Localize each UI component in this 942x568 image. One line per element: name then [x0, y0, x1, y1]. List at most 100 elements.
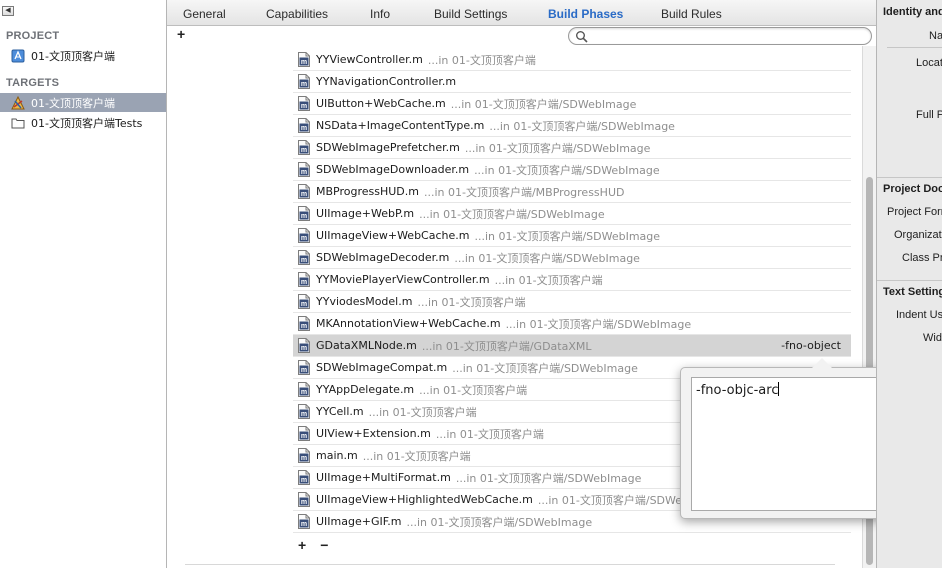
project-navigator: ◀ PROJECT 01-文顶顶客户端 TARGETS 01-文顶顶客户端 01… — [0, 0, 167, 568]
table-row[interactable]: m SDWebImageDownloader.m ...in 01-文顶顶客户端/S… — [293, 159, 851, 181]
table-row[interactable]: m UIButton+WebCache.m ...in 01-文顶顶客户端/SDWe… — [293, 93, 851, 115]
file-name: UIView+Extension.m — [316, 427, 431, 440]
table-row[interactable]: m YYMoviePlayerViewController.m ...in 01-文… — [293, 269, 851, 291]
file-name: YYMoviePlayerViewController.m — [316, 273, 490, 286]
text-settings-section-title: Text Setting — [883, 286, 942, 298]
svg-text:m: m — [301, 235, 307, 242]
widths-label: Wid — [923, 332, 942, 344]
objc-source-file-icon: m — [298, 272, 310, 287]
file-path: ...in 01-文顶顶客户端/SDWebImage — [464, 141, 651, 155]
file-name: YYNavigationController.m — [316, 75, 457, 88]
file-name: SDWebImageDecoder.m — [316, 251, 450, 264]
tab-build-rules[interactable]: Build Rules — [661, 7, 722, 21]
svg-text:m: m — [301, 81, 307, 88]
objc-source-file-icon: m — [298, 382, 310, 397]
search-input[interactable] — [591, 29, 861, 43]
file-name: GDataXMLNode.m — [316, 339, 417, 352]
target-item-app[interactable]: 01-文顶顶客户端 — [0, 93, 166, 112]
target-item-tests[interactable]: 01-文顶顶客户端Tests — [0, 113, 166, 132]
svg-text:m: m — [301, 455, 307, 462]
identity-section-title: Identity and — [883, 6, 942, 18]
table-row[interactable]: m SDWebImageDecoder.m ...in 01-文顶顶客户端/SDWe… — [293, 247, 851, 269]
file-name: YYAppDelegate.m — [316, 383, 415, 396]
svg-text:m: m — [301, 521, 307, 528]
svg-text:m: m — [301, 301, 307, 308]
file-path: ...in 01-文顶顶客户端/SDWebImage — [505, 317, 692, 331]
svg-text:m: m — [301, 147, 307, 154]
filter-bar: + — [167, 26, 876, 46]
search-field[interactable] — [568, 27, 872, 45]
objc-source-file-icon: m — [298, 404, 310, 419]
remove-file-button[interactable]: − — [320, 537, 328, 553]
file-path: ...in 01-文顶顶客户端/SDWebImage — [419, 207, 605, 221]
file-path: ...in 01-文顶顶客户端 — [427, 53, 536, 67]
file-path: ...in 01-文顶顶客户端/SDWebImage — [450, 97, 637, 111]
file-name: UIImage+WebP.m — [316, 207, 415, 220]
tab-general[interactable]: General — [183, 7, 226, 21]
objc-source-file-icon: m — [298, 316, 310, 331]
add-file-button[interactable]: + — [298, 537, 306, 553]
file-name: UIButton+WebCache.m — [316, 97, 446, 110]
objc-source-file-icon: m — [298, 228, 310, 243]
svg-text:m: m — [301, 345, 307, 352]
file-name: SDWebImageDownloader.m — [316, 163, 470, 176]
tab-build-settings[interactable]: Build Settings — [434, 7, 507, 21]
file-name: YYviodesModel.m — [316, 295, 413, 308]
objc-source-file-icon: m — [298, 96, 310, 111]
project-item[interactable]: 01-文顶顶客户端 — [0, 46, 166, 65]
objc-source-file-icon: m — [298, 514, 310, 529]
table-row[interactable]: m YYNavigationController.m — [293, 71, 851, 93]
project-document-section-title: Project Doc — [883, 183, 942, 195]
file-path: ...in 01-文顶顶客户端/SDWebImage — [452, 361, 638, 375]
test-bundle-icon — [11, 118, 25, 128]
objc-source-file-icon: m — [298, 118, 310, 133]
objc-source-file-icon: m — [298, 294, 310, 309]
project-section-header: PROJECT — [6, 30, 60, 42]
svg-text:m: m — [301, 477, 307, 484]
svg-text:m: m — [301, 279, 307, 286]
divider — [185, 564, 835, 565]
compiler-flags-cell[interactable]: -fno-object — [781, 339, 841, 352]
svg-text:m: m — [301, 389, 307, 396]
table-row[interactable]: m NSData+ImageContentType.m ...in 01-文顶顶客户… — [293, 115, 851, 137]
target-item-label: 01-文顶顶客户端 — [31, 96, 115, 110]
table-row[interactable]: m MKAnnotationView+WebCache.m ...in 01-文顶顶… — [293, 313, 851, 335]
table-row[interactable]: m YYviodesModel.m ...in 01-文顶顶客户端 — [293, 291, 851, 313]
file-name: MBProgressHUD.m — [316, 185, 419, 198]
add-build-phase-button[interactable]: + — [177, 26, 185, 42]
table-row[interactable]: m UIImageView+WebCache.m ...in 01-文顶顶客户端/S… — [293, 225, 851, 247]
divider — [877, 177, 942, 178]
file-path: ...in 01-文顶顶客户端/SDWebImage — [454, 251, 640, 265]
objc-source-file-icon: m — [298, 426, 310, 441]
file-path: ...in 01-文顶顶客户端 — [435, 427, 544, 441]
objc-source-file-icon: m — [298, 492, 310, 507]
compiler-flags-text: -fno-objc-arc — [696, 383, 779, 398]
file-name: YYCell.m — [316, 405, 364, 418]
svg-text:m: m — [301, 191, 307, 198]
svg-text:m: m — [301, 125, 307, 132]
table-row[interactable]: m SDWebImagePrefetcher.m ...in 01-文顶顶客户端/S… — [293, 137, 851, 159]
table-row[interactable]: m UIImage+WebP.m ...in 01-文顶顶客户端/SDWebImag… — [293, 203, 851, 225]
file-name: SDWebImagePrefetcher.m — [316, 141, 460, 154]
tab-info[interactable]: Info — [370, 7, 390, 21]
file-path: ...in 01-文顶顶客户端 — [494, 273, 603, 287]
targets-section-header: TARGETS — [6, 77, 60, 89]
file-name: UIImage+GIF.m — [316, 515, 402, 528]
divider — [877, 280, 942, 281]
svg-text:m: m — [301, 103, 307, 110]
file-path: ...in 01-文顶顶客户端/SDWeb — [537, 493, 690, 507]
file-path: ...in 01-文顶顶客户端/GDataXML — [421, 339, 592, 353]
table-row[interactable]: m YYViewController.m ...in 01-文顶顶客户端 — [293, 49, 851, 71]
objc-source-file-icon: m — [298, 470, 310, 485]
file-path: ...in 01-文顶顶客户端 — [362, 449, 471, 463]
collapse-navigator-button[interactable]: ◀ — [2, 6, 14, 16]
table-footer: + − — [298, 537, 328, 553]
file-name: UIImageView+HighlightedWebCache.m — [316, 493, 533, 506]
svg-text:m: m — [301, 433, 307, 440]
svg-text:m: m — [301, 169, 307, 176]
table-row[interactable]: m MBProgressHUD.m ...in 01-文顶顶客户端/MBProgre… — [293, 181, 851, 203]
table-row[interactable]: m GDataXMLNode.m ...in 01-文顶顶客户端/GDataXML -… — [293, 335, 851, 357]
project-format-label: Project Forr — [887, 206, 942, 218]
tab-build-phases[interactable]: Build Phases — [548, 7, 623, 21]
tab-capabilities[interactable]: Capabilities — [266, 7, 328, 21]
